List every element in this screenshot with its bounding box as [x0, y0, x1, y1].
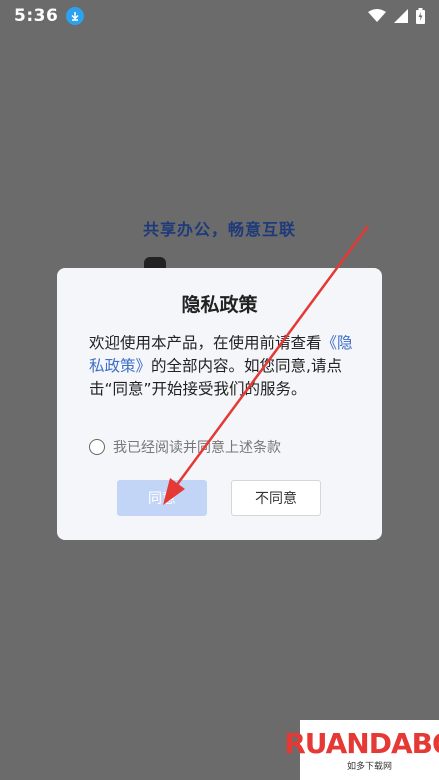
- watermark-logo: RUANDABO: [284, 726, 439, 760]
- annotation-arrow: [163, 225, 370, 505]
- site-watermark: RUANDABO 如多下载网: [284, 720, 439, 780]
- watermark-subtitle: 如多下载网: [346, 761, 392, 772]
